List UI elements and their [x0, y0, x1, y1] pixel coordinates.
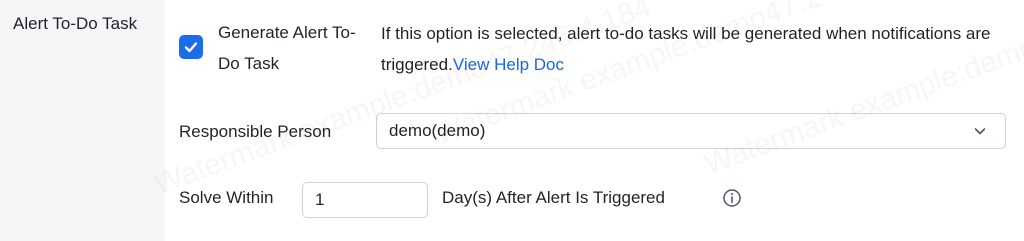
solve-within-label: Solve Within — [179, 188, 274, 207]
alert-todo-settings: Alert To-Do Task Generate Alert To-Do Ta… — [0, 0, 1024, 241]
responsible-person-label: Responsible Person — [179, 122, 332, 141]
responsible-person-value: demo(demo) — [389, 121, 486, 140]
view-help-doc-link[interactable]: View Help Doc — [453, 55, 564, 74]
section-label: Alert To-Do Task — [13, 14, 138, 33]
chevron-down-icon — [973, 124, 987, 138]
info-icon[interactable] — [722, 188, 742, 208]
generate-alert-todo-checkbox[interactable] — [179, 35, 203, 59]
solve-within-days-input[interactable] — [302, 182, 428, 218]
responsible-person-select[interactable]: demo(demo) — [376, 113, 1006, 149]
generate-alert-todo-label[interactable]: Generate Alert To-Do Task — [218, 17, 368, 79]
check-icon — [184, 42, 198, 53]
generate-description: If this option is selected, alert to-do … — [381, 18, 1021, 80]
section-label-panel: Alert To-Do Task — [0, 0, 165, 241]
solve-within-suffix: Day(s) After Alert Is Triggered — [442, 188, 665, 207]
